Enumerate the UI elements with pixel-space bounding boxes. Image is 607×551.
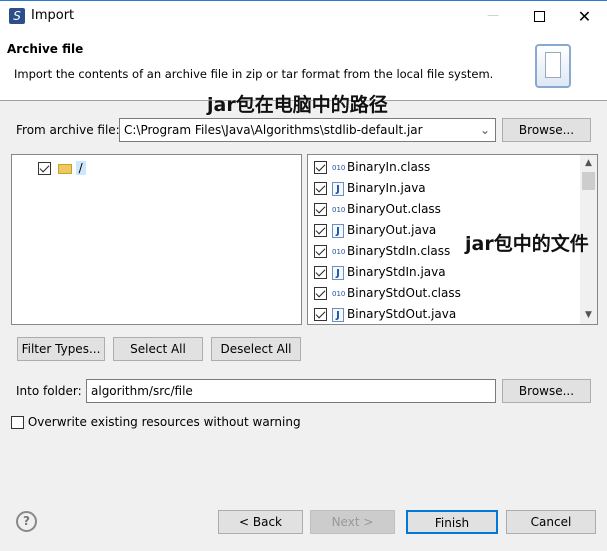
into-folder-input[interactable]: algorithm/src/file [86, 379, 496, 403]
next-button[interactable]: Next > [310, 510, 395, 534]
annotation-files: jar包中的文件 [465, 233, 589, 255]
select-all-button[interactable]: Select All [113, 337, 203, 361]
file-name: BinaryOut.java [347, 223, 437, 237]
chevron-down-icon[interactable]: ⌄ [480, 119, 490, 141]
window-title: Import [31, 8, 75, 23]
file-checkbox[interactable] [314, 224, 327, 237]
minimize-button[interactable]: — [470, 1, 516, 32]
java-file-icon: J [332, 265, 344, 280]
from-archive-label: From archive file: [16, 123, 120, 137]
file-name: BinaryStdOut.java [347, 307, 457, 321]
file-checkbox[interactable] [314, 266, 327, 279]
page-title: Archive file [7, 42, 84, 56]
open-folder-icon [57, 163, 72, 174]
class-file-icon: 010 [332, 205, 346, 214]
file-name: BinaryIn.class [347, 160, 431, 174]
file-checkbox[interactable] [314, 182, 327, 195]
file-list-item[interactable]: J BinaryIn.java [314, 178, 426, 199]
finish-button[interactable]: Finish [406, 510, 498, 534]
tree-root-checkbox[interactable] [38, 162, 51, 175]
file-checkbox[interactable] [314, 245, 327, 258]
scroll-down-arrow[interactable]: ▼ [580, 307, 597, 324]
class-file-icon: 010 [332, 247, 346, 256]
import-wizard-icon [535, 44, 571, 88]
title-bar: S Import — ✕ [0, 0, 607, 32]
file-list-item[interactable]: J BinaryStdIn.java [314, 262, 446, 283]
file-name: BinaryStdOut.class [347, 286, 461, 300]
page-description: Import the contents of an archive file i… [14, 67, 494, 81]
overwrite-checkbox[interactable] [11, 416, 24, 429]
browse-folder-button[interactable]: Browse... [502, 379, 591, 403]
java-file-icon: J [332, 307, 344, 322]
tree-item-root[interactable]: / [38, 158, 86, 179]
file-list-item[interactable]: 010 BinaryOut.class [314, 199, 441, 220]
java-file-icon: J [332, 223, 344, 238]
file-list-item[interactable]: 010 BinaryStdIn.class [314, 241, 450, 262]
file-name: BinaryOut.class [347, 202, 441, 216]
scroll-thumb[interactable] [582, 172, 595, 190]
deselect-all-button[interactable]: Deselect All [211, 337, 301, 361]
overwrite-option[interactable]: Overwrite existing resources without war… [11, 415, 301, 429]
file-list-item[interactable]: 010 BinaryStdOut.class [314, 283, 461, 304]
file-list-item[interactable]: J BinaryStdOut.java [314, 304, 456, 325]
cancel-button[interactable]: Cancel [506, 510, 596, 534]
into-folder-label: Into folder: [16, 384, 82, 398]
file-name: BinaryIn.java [347, 181, 426, 195]
file-name: BinaryStdIn.class [347, 244, 451, 258]
annotation-path: jar包在电脑中的路径 [207, 94, 388, 116]
java-file-icon: J [332, 181, 344, 196]
folder-tree[interactable]: / [11, 154, 302, 325]
overwrite-label: Overwrite existing resources without war… [27, 415, 301, 429]
back-button[interactable]: < Back [218, 510, 303, 534]
eclipse-icon: S [9, 8, 25, 24]
file-checkbox[interactable] [314, 287, 327, 300]
filter-types-button[interactable]: Filter Types... [17, 337, 105, 361]
class-file-icon: 010 [332, 289, 346, 298]
file-checkbox[interactable] [314, 203, 327, 216]
archive-path-combo[interactable]: C:\Program Files\Java\Algorithms\stdlib-… [119, 118, 496, 142]
tree-root-label: / [75, 161, 86, 175]
file-name: BinaryStdIn.java [347, 265, 446, 279]
class-file-icon: 010 [332, 163, 346, 172]
archive-path-value: C:\Program Files\Java\Algorithms\stdlib-… [124, 123, 423, 137]
maximize-button[interactable] [516, 1, 562, 32]
scroll-up-arrow[interactable]: ▲ [580, 155, 597, 172]
file-list-item[interactable]: 010 BinaryIn.class [314, 157, 430, 178]
close-button[interactable]: ✕ [562, 1, 607, 32]
file-checkbox[interactable] [314, 161, 327, 174]
browse-archive-button[interactable]: Browse... [502, 118, 591, 142]
help-button[interactable]: ? [16, 511, 37, 532]
file-checkbox[interactable] [314, 308, 327, 321]
file-list-item[interactable]: J BinaryOut.java [314, 220, 436, 241]
